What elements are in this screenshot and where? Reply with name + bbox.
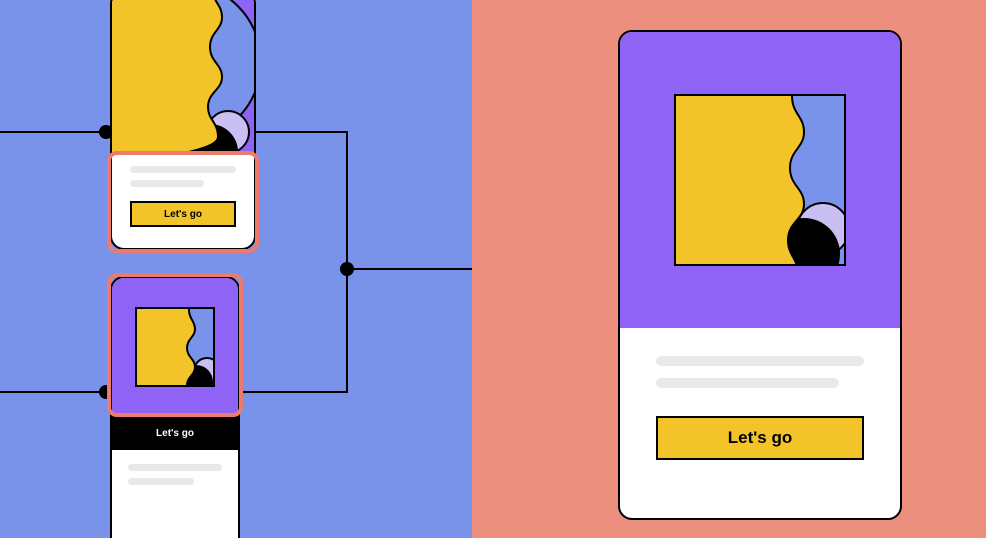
wire [256,131,348,133]
result-framed-hero [620,32,900,328]
yellow-blob [135,307,215,387]
wire [346,268,472,270]
card-body [112,152,254,187]
wire [0,131,106,133]
variant-b-cta-button[interactable]: Let's go [112,416,238,450]
text-placeholder [128,478,194,485]
yellow-blob [674,94,846,266]
framed-hero [112,278,238,416]
result-body [620,328,900,388]
text-placeholder [656,378,839,388]
variant-a-cta-button[interactable]: Let's go [130,201,236,227]
text-placeholder [130,166,236,173]
yellow-blob [112,0,254,152]
result-card: Let's go [618,30,902,520]
text-placeholder [128,464,222,471]
text-placeholder [130,180,204,187]
wire [240,391,348,393]
variant-b-card: Let's go [110,276,240,538]
wire [0,391,106,393]
card-body [112,450,238,485]
result-panel: Let's go [472,0,986,538]
source-variants-panel: Let's go Let's go [0,0,472,538]
variant-a-card: Let's go [110,0,256,250]
result-cta-button[interactable]: Let's go [656,416,864,460]
connector-node [340,262,354,276]
text-placeholder [656,356,864,366]
hero-illustration [112,0,254,152]
